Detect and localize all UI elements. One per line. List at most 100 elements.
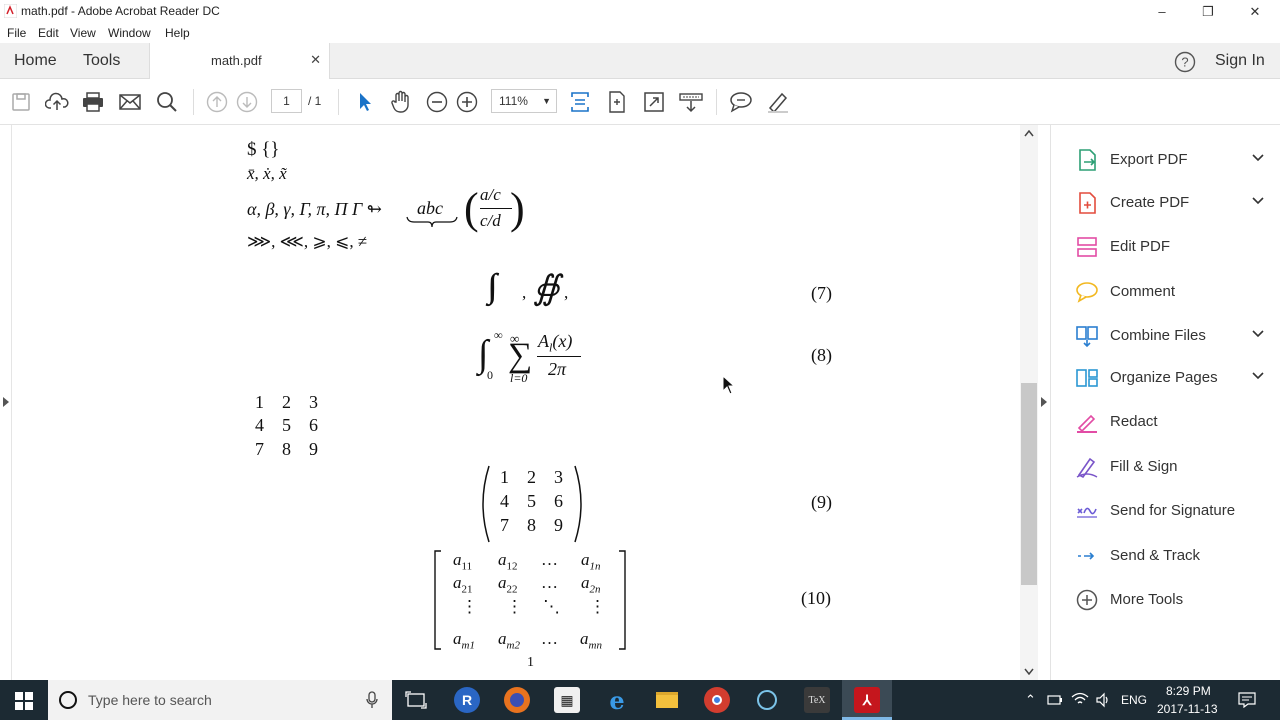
tool-organize-pages[interactable]: Organize Pages [1075, 363, 1265, 393]
tool-label: Comment [1110, 283, 1176, 300]
edge-browser-icon[interactable]: e [604, 686, 630, 715]
tab-home[interactable]: Home [14, 52, 57, 70]
tool-label: More Tools [1110, 591, 1184, 608]
read-mode-icon[interactable] [678, 89, 704, 115]
minimize-button[interactable]: – [1139, 0, 1185, 23]
menu-edit[interactable]: Edit [38, 26, 59, 40]
page-number-input[interactable]: 1 [271, 89, 302, 113]
expand-left-pane-icon[interactable] [2, 396, 10, 408]
calculator-icon[interactable]: ▦ [554, 687, 580, 713]
close-window-button[interactable]: ✕ [1232, 0, 1278, 23]
wifi-icon[interactable] [1071, 691, 1089, 707]
close-tab-icon[interactable]: ✕ [310, 52, 321, 68]
matrix-vdots: ⋮ [461, 597, 478, 616]
sum-lower-limit: l=0 [510, 371, 528, 385]
tool-more-tools[interactable]: More Tools [1075, 585, 1265, 615]
search-placeholder: Type here to search [88, 692, 212, 708]
input-language[interactable]: ENG [1121, 693, 1147, 707]
volume-icon[interactable] [1095, 692, 1111, 708]
zoom-in-icon[interactable] [454, 89, 480, 115]
print-icon[interactable] [80, 89, 106, 115]
scroll-up-icon[interactable] [1024, 130, 1034, 137]
chrome-icon[interactable] [704, 687, 730, 713]
clock-time[interactable]: 8:29 PM [1166, 684, 1211, 698]
document-tab-label: math.pdf [211, 53, 262, 68]
tool-combine-files[interactable]: Combine Files [1075, 321, 1265, 351]
full-screen-icon[interactable] [641, 89, 667, 115]
tool-label: Redact [1110, 413, 1158, 430]
tab-tools[interactable]: Tools [83, 52, 120, 70]
paren-matrix-cell: 7 [500, 515, 509, 535]
highlight-pen-icon[interactable] [765, 89, 791, 115]
toolbar: 1 / 1 111% ▼ [0, 79, 1280, 125]
task-view-icon[interactable] [405, 691, 427, 709]
acrobat-taskbar-icon[interactable]: ⅄ [854, 687, 880, 713]
tool-label: Send for Signature [1110, 502, 1236, 519]
tools-pane: Export PDF Create PDF Edit PDF Comment Combi… [1050, 125, 1280, 680]
chevron-down-icon[interactable] [1251, 151, 1265, 165]
menu-help[interactable]: Help [165, 26, 190, 40]
comment-tool-icon[interactable] [728, 89, 754, 115]
matrix-cell: … [541, 629, 558, 648]
comma: , [564, 283, 569, 302]
zoom-dropdown[interactable]: 111% ▼ [491, 89, 557, 113]
save-icon[interactable] [8, 89, 34, 115]
plain-matrix-cell: 7 [255, 439, 264, 459]
chevron-down-icon[interactable] [1251, 369, 1265, 383]
rotate-page-icon[interactable] [604, 89, 630, 115]
action-center-icon[interactable] [1238, 692, 1256, 708]
chevron-down-icon[interactable] [1251, 194, 1265, 208]
tab-bar: Home Tools math.pdf ✕ ? Sign In [0, 43, 1280, 79]
battery-icon[interactable] [1047, 694, 1063, 706]
collapse-right-pane-icon[interactable] [1040, 396, 1048, 408]
taskbar-search-box[interactable]: Type here to search [48, 680, 392, 720]
plain-matrix-cell: 9 [309, 439, 318, 459]
windows-start-icon[interactable] [15, 692, 33, 710]
scrollbar-thumb[interactable] [1021, 383, 1037, 585]
tool-send-for-signature[interactable]: Send for Signature [1075, 496, 1265, 526]
sign-in-link[interactable]: Sign In [1215, 52, 1265, 70]
menu-view[interactable]: View [70, 26, 96, 40]
clock-date[interactable]: 2017-11-13 [1157, 702, 1218, 716]
previous-page-icon[interactable] [204, 89, 230, 115]
comma: , [522, 283, 527, 302]
tool-send-track[interactable]: Send & Track [1075, 541, 1265, 571]
upload-cloud-icon[interactable] [44, 89, 70, 115]
tool-comment[interactable]: Comment [1075, 277, 1265, 307]
texstudio-icon[interactable]: TeX [804, 687, 830, 713]
tool-edit-pdf[interactable]: Edit PDF [1075, 232, 1265, 262]
help-icon[interactable]: ? [1174, 51, 1196, 73]
plain-matrix-cell: 1 [255, 392, 264, 412]
chevron-down-icon[interactable] [1251, 327, 1265, 341]
tool-export-pdf[interactable]: Export PDF [1075, 145, 1265, 175]
menu-window[interactable]: Window [108, 26, 151, 40]
tool-fill-sign[interactable]: Fill & Sign [1075, 452, 1265, 482]
fit-page-scroll-icon[interactable] [567, 89, 593, 115]
hand-tool-icon[interactable] [388, 89, 414, 115]
scroll-down-icon[interactable] [1024, 668, 1034, 675]
next-page-icon[interactable] [234, 89, 260, 115]
microphone-icon[interactable] [366, 691, 378, 709]
plain-matrix-cell: 3 [309, 392, 318, 412]
menu-bar: File Edit View Window Help [0, 23, 1280, 43]
media-app-icon[interactable] [754, 687, 780, 713]
integral-lower-limit: 0 [487, 368, 493, 382]
tray-chevron-up-icon[interactable]: ⌃ [1025, 692, 1036, 708]
restore-button[interactable]: ❐ [1185, 0, 1231, 23]
tool-label: Fill & Sign [1110, 458, 1178, 475]
firefox-icon[interactable] [504, 687, 530, 713]
select-cursor-icon[interactable] [352, 89, 378, 115]
tool-redact[interactable]: Redact [1075, 407, 1265, 437]
tool-create-pdf[interactable]: Create PDF [1075, 188, 1265, 218]
menu-file[interactable]: File [7, 26, 26, 40]
email-icon[interactable] [117, 89, 143, 115]
more-tools-icon [1076, 589, 1098, 611]
dollar-braces-line: $ {} [247, 139, 280, 160]
zoom-out-icon[interactable] [424, 89, 450, 115]
r-app-icon[interactable]: R [454, 687, 480, 713]
tab-document[interactable]: math.pdf ✕ [149, 43, 330, 79]
file-explorer-icon[interactable] [654, 687, 680, 713]
document-viewer[interactable]: $ {} x̄, ẋ, x̃ α, β, γ, Γ, π, Π Γ ↬ abc … [0, 125, 1040, 680]
search-icon[interactable] [154, 89, 180, 115]
page-total: / 1 [308, 94, 322, 108]
